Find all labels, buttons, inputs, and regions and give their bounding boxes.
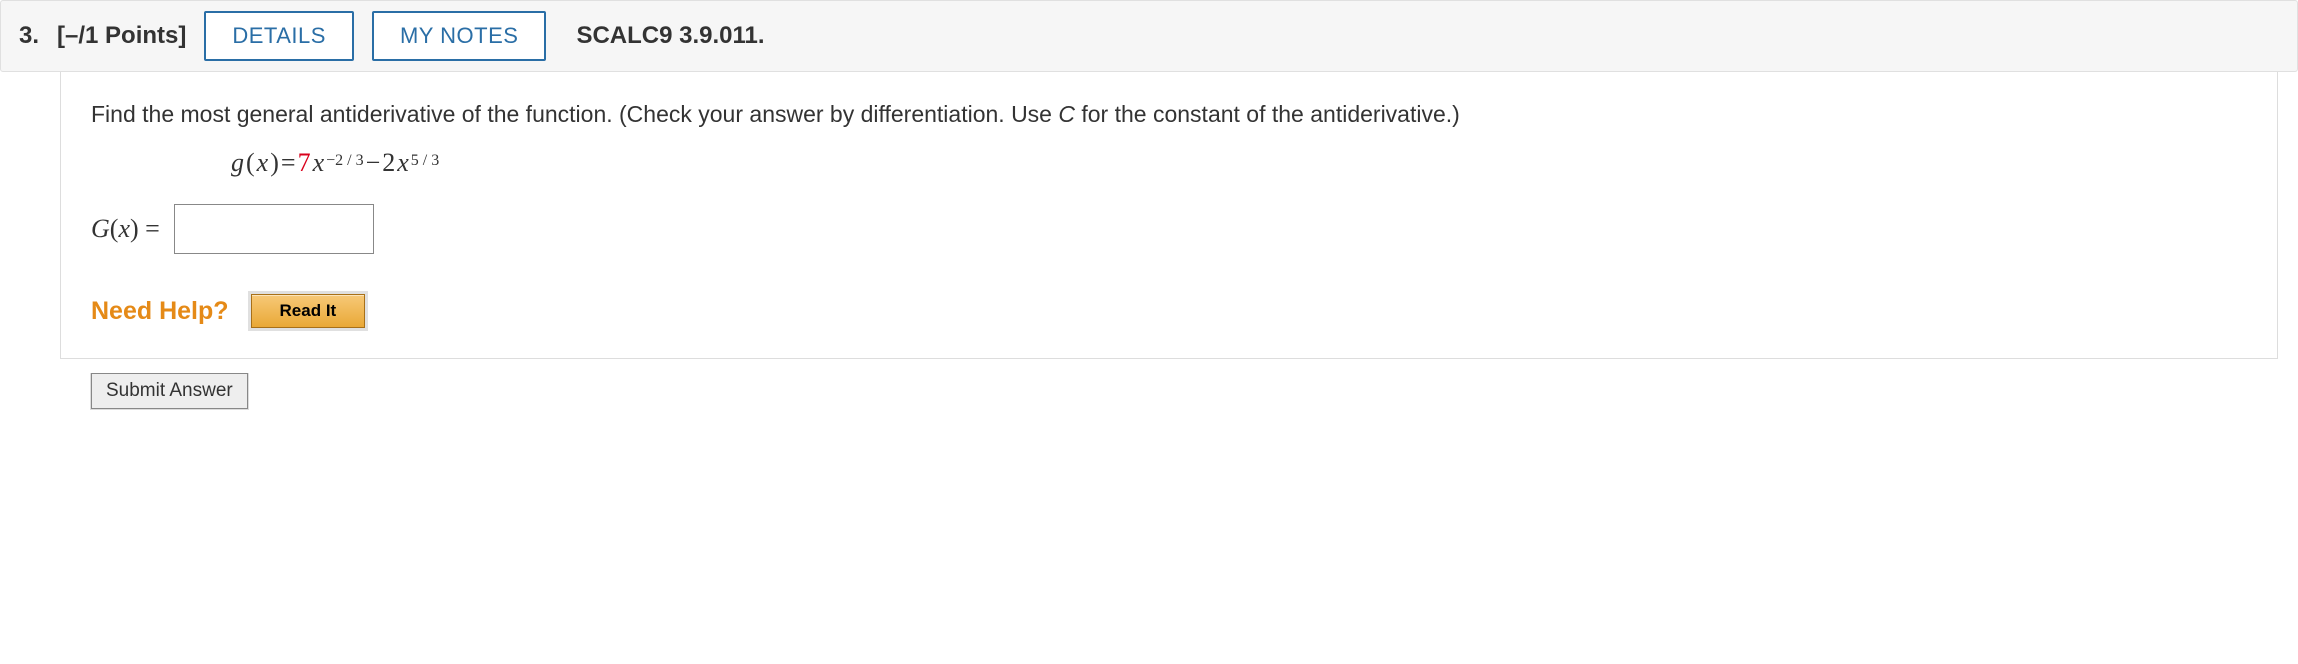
ans-paren-close: ) bbox=[130, 214, 139, 243]
question-header: 3. [–/1 Points] DETAILS MY NOTES SCALC9 … bbox=[0, 0, 2298, 72]
minus: − bbox=[366, 148, 381, 178]
ans-fn-name: G bbox=[91, 214, 110, 243]
details-button[interactable]: DETAILS bbox=[204, 11, 354, 61]
var-2: x bbox=[397, 148, 409, 178]
ans-var: x bbox=[118, 214, 130, 243]
coef-1: 7 bbox=[298, 148, 311, 178]
paren-close: ) bbox=[270, 148, 279, 178]
my-notes-button[interactable]: MY NOTES bbox=[372, 11, 547, 61]
need-help-row: Need Help? Read It bbox=[91, 294, 2247, 328]
constant-letter: C bbox=[1058, 101, 1075, 127]
prompt-text-a: Find the most general antiderivative of … bbox=[91, 101, 1058, 127]
prompt-text-b: for the constant of the antiderivative.) bbox=[1075, 101, 1460, 127]
points-label: [–/1 Points] bbox=[57, 22, 186, 50]
read-it-button[interactable]: Read It bbox=[251, 294, 366, 328]
equals: = bbox=[281, 148, 296, 178]
answer-input[interactable] bbox=[174, 204, 374, 254]
coef-2: 2 bbox=[382, 148, 395, 178]
var-1: x bbox=[313, 148, 325, 178]
fn-var: x bbox=[257, 148, 269, 178]
fn-name: g bbox=[231, 148, 244, 178]
submit-bar: Submit Answer bbox=[60, 359, 2298, 410]
question-body: Find the most general antiderivative of … bbox=[60, 72, 2278, 359]
need-help-label: Need Help? bbox=[91, 297, 229, 326]
question-prompt: Find the most general antiderivative of … bbox=[91, 98, 2247, 130]
paren-open: ( bbox=[246, 148, 255, 178]
answer-line: G(x) = bbox=[91, 204, 2247, 254]
given-function: g(x) = 7x−2 / 3 − 2x5 / 3 bbox=[231, 148, 2247, 178]
exp-2: 5 / 3 bbox=[411, 152, 439, 170]
submit-answer-button[interactable]: Submit Answer bbox=[91, 373, 248, 409]
source-reference: SCALC9 3.9.011. bbox=[576, 22, 764, 50]
ans-equals: = bbox=[139, 214, 160, 243]
question-number: 3. bbox=[19, 22, 39, 50]
exp-1: −2 / 3 bbox=[326, 152, 363, 170]
